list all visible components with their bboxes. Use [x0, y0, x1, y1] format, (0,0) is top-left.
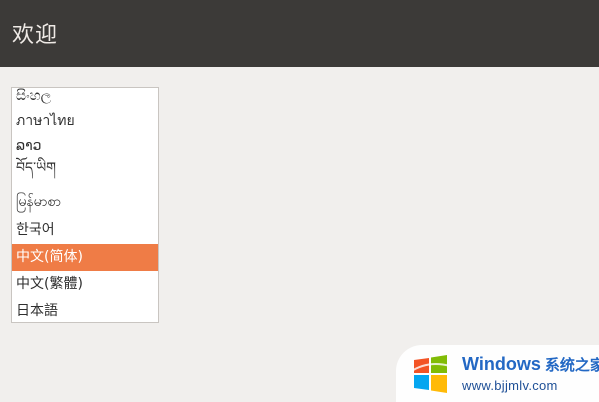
language-item-japanese[interactable]: 日本語	[12, 298, 158, 322]
language-item-chinese-traditional[interactable]: 中文(繁體)	[12, 271, 158, 298]
watermark-brand: Windows 系统之家	[462, 354, 599, 375]
windows-logo-icon	[409, 355, 451, 393]
watermark-brand-cn: 系统之家	[544, 357, 599, 374]
title-bar: 欢迎	[0, 0, 599, 67]
watermark: Windows 系统之家 www.bjjmlv.com	[396, 345, 599, 402]
language-item-tibetan[interactable]: བོད་ཡིག	[12, 155, 158, 182]
page-title: 欢迎	[12, 23, 59, 48]
language-item-burmese[interactable]: မြန်မာစာ	[12, 189, 158, 216]
watermark-url: www.bjjmlv.com	[462, 378, 558, 393]
language-list[interactable]: සිංහල ภาษาไทย ລາວ བོད་ཡིག မြန်မာစာ 한국어 中…	[11, 87, 159, 323]
language-item-thai[interactable]: ภาษาไทย	[12, 108, 158, 135]
language-item-korean[interactable]: 한국어	[12, 217, 158, 244]
watermark-brand-text: Windows	[462, 354, 541, 374]
language-item-sinhala[interactable]: සිංහල	[12, 88, 158, 110]
language-item-chinese-simplified[interactable]: 中文(简体)	[12, 244, 158, 271]
